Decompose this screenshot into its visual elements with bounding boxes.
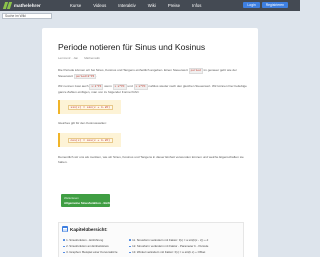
- nav-item-wiki[interactable]: Wiki: [148, 3, 156, 8]
- formula-box-sine: sin(x) = sin(x + k·2π): [58, 100, 121, 114]
- page-title: Periode notieren für Sinus und Kosinus: [58, 42, 206, 52]
- toc-link[interactable]: 3. Graphen: Beispiel einer Kurvenskizze: [63, 249, 117, 255]
- paragraph-cosine-intro: Gleiches gilt für den Kosinuswellen:: [58, 121, 107, 125]
- list-icon: [62, 226, 68, 232]
- nav-item-kurse[interactable]: Kurse: [70, 3, 81, 8]
- nav-item-preise[interactable]: Preise: [168, 3, 180, 8]
- formula-sine: sin(x) = sin(x + k·2π): [68, 104, 113, 110]
- auth-buttons: Login Registrieren: [243, 2, 288, 8]
- chapter-overview: Kapitelübersicht: 1. Sinusfunktion - Ein…: [58, 222, 244, 257]
- toc-title: Kapitelübersicht:: [70, 226, 108, 232]
- paragraph-text: wenn: [104, 84, 112, 88]
- article-meta: Lernzentr · Jan Mathematik: [58, 56, 100, 60]
- meta-category[interactable]: Mathematik: [84, 56, 100, 60]
- site-logo[interactable]: mathelehrer: [2, 1, 41, 10]
- formula-box-cosine: cos(x) = cos(x + k·2π): [58, 133, 121, 147]
- meta-author: Lernzentr · Jan: [58, 56, 79, 60]
- cta-label: Allgemeine Sinusfunktion - Einführung: [64, 201, 120, 205]
- logo-icon: [2, 2, 13, 9]
- top-navigation-bar: mathelehrer Kurse Videos Interaktiv Wiki…: [0, 0, 300, 11]
- formula-cosine: cos(x) = cos(x + k·2π): [68, 137, 113, 143]
- toc-header: Kapitelübersicht:: [62, 226, 108, 232]
- nav-item-infos[interactable]: Infos: [192, 3, 201, 8]
- search-input[interactable]: Suche im Wiki: [2, 13, 52, 19]
- cta-caption: Weiterlesen: [64, 196, 79, 200]
- article-card: Periode notieren für Sinus und Kosinus L…: [42, 28, 258, 257]
- paragraph-text: Wir nennen zwei auch: [58, 84, 89, 88]
- paragraph-text: und: [127, 84, 133, 88]
- main-nav: Kurse Videos Interaktiv Wiki Preise Info…: [70, 0, 213, 11]
- nav-item-videos[interactable]: Videos: [93, 3, 106, 8]
- inline-code: period: [188, 68, 203, 74]
- login-button[interactable]: Login: [243, 2, 260, 8]
- paragraph-summary: Dementlich wir uns als merkten, wie wir …: [58, 155, 244, 164]
- next-chapter-button[interactable]: Weiterlesen Allgemeine Sinusfunktion - E…: [61, 194, 120, 207]
- nav-item-interaktiv[interactable]: Interaktiv: [118, 3, 135, 8]
- toc-column-right: 11. Sinusform verändern mit Faktor: f(x)…: [129, 237, 208, 256]
- toc-column-left: 1. Sinusfunktion - Einführung 2. Sinusfu…: [63, 237, 117, 256]
- paragraph-periodicity: Wir nennen zwei auch x:2*PI wenn x:2*PI …: [58, 84, 248, 94]
- inline-code: period=2*PI: [73, 73, 97, 80]
- paragraph-intro: Die Periode können wir bei Sinus, Kosinu…: [58, 68, 248, 80]
- toc-link[interactable]: 13. Winkel verändern mit Faktor: f(x) = …: [129, 249, 208, 255]
- register-button[interactable]: Registrieren: [261, 2, 288, 8]
- logo-text: mathelehrer: [14, 3, 41, 8]
- paragraph-text: Die Periode können wir bei Sinus, Kosinu…: [58, 68, 188, 72]
- paragraph-text: .: [96, 73, 98, 78]
